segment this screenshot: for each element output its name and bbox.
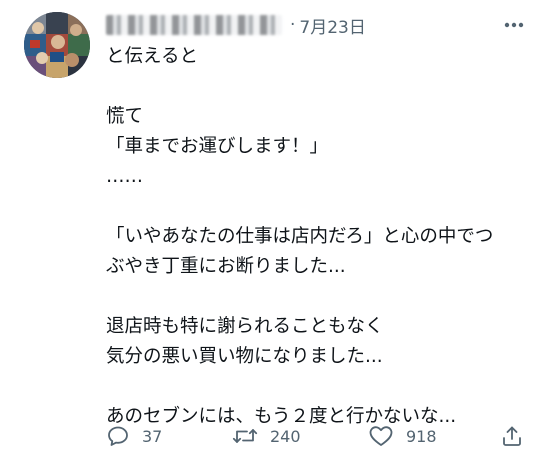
redacted-user-name[interactable] [106,15,282,35]
tweet-line: 退店時も特に謝られることもなく [106,316,384,337]
tweet-line: ぶやき丁重にお断りました... [106,256,346,277]
share-icon [500,424,524,448]
retweet-icon [232,424,258,448]
tweet-line: と伝えると [106,46,198,67]
tweet-date[interactable]: 7月23日 [299,13,365,38]
tweet-line: 気分の悪い買い物になりました... [106,346,383,367]
reply-count: 37 [142,426,163,446]
tweet-header: · 7月23日 [106,12,366,38]
share-button[interactable] [500,420,524,452]
heart-icon [368,424,394,448]
more-icon[interactable] [502,14,526,36]
tweet-actions: 37 240 918 [106,420,530,452]
tweet-line: …… [106,166,143,187]
retweet-count: 240 [270,426,301,446]
retweet-button[interactable]: 240 [232,420,301,452]
tweet-line: 「いやあなたの仕事は店内だろ」と心の中でつ [106,226,494,247]
tweet-text: と伝えると 慌て 「車までお運びします！」 …… 「いやあなたの仕事は店内だろ」… [106,42,536,432]
like-button[interactable]: 918 [368,420,437,452]
avatar[interactable] [24,12,90,78]
reply-icon [106,424,130,448]
reply-button[interactable]: 37 [106,420,162,452]
tweet: · 7月23日 と伝えると 慌て 「車までお運びします！」 …… 「いやあなたの… [0,0,550,469]
separator-dot: · [290,15,296,35]
tweet-line: 「車までお運びします！」 [106,136,329,157]
like-count: 918 [406,426,437,446]
tweet-line: 慌て [106,106,144,127]
